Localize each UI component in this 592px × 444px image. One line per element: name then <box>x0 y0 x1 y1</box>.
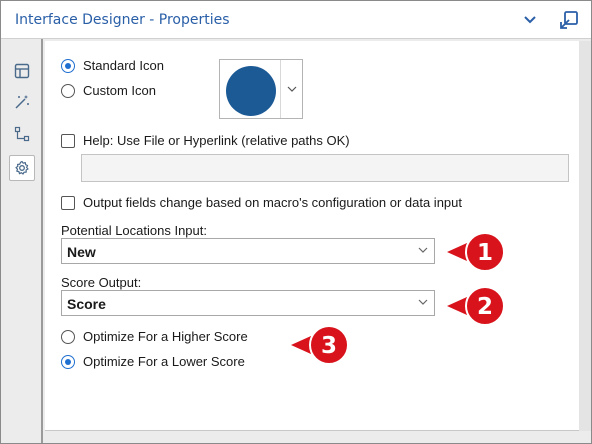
custom-icon-label: Custom Icon <box>83 83 156 98</box>
chevron-down-icon <box>287 86 296 92</box>
output-fields-label: Output fields change based on macro's co… <box>83 195 462 210</box>
score-output-label: Score Output: <box>61 275 142 290</box>
optimize-higher-label: Optimize For a Higher Score <box>83 329 248 344</box>
icon-picker-dropdown[interactable] <box>219 59 303 119</box>
score-output-select[interactable]: Score <box>61 290 435 316</box>
title-bar: Interface Designer - Properties <box>1 1 591 39</box>
standard-icon-label: Standard Icon <box>83 58 164 73</box>
chevron-down-icon <box>418 299 428 305</box>
potential-locations-label: Potential Locations Input: <box>61 223 207 238</box>
standard-icon-radio[interactable] <box>61 59 75 73</box>
magic-wand-icon <box>15 95 29 109</box>
icon-picker-arrow <box>280 60 302 118</box>
help-checkbox[interactable] <box>61 134 75 148</box>
collapse-button[interactable] <box>517 7 543 33</box>
properties-window: Interface Designer - Properties Standard… <box>0 0 592 444</box>
callout-marker-2: 2 <box>447 286 505 326</box>
optimize-higher-radio[interactable] <box>61 330 75 344</box>
potential-locations-select[interactable]: New <box>61 238 435 264</box>
potential-locations-value: New <box>67 244 96 260</box>
output-fields-checkbox[interactable] <box>61 196 75 210</box>
optimize-lower-radio[interactable] <box>61 355 75 369</box>
callout-number-1: 1 <box>477 240 493 266</box>
callout-number-2: 2 <box>477 294 493 320</box>
custom-icon-radio[interactable] <box>61 84 75 98</box>
undock-icon <box>560 11 578 29</box>
sidebar-item-actions[interactable] <box>9 89 35 115</box>
sidebar-item-tree[interactable] <box>9 121 35 147</box>
optimize-lower-label: Optimize For a Lower Score <box>83 354 245 369</box>
callout-marker-3: 3 <box>291 325 349 365</box>
undock-button[interactable] <box>556 7 582 33</box>
callout-marker-1: 1 <box>447 232 505 272</box>
window-title: Interface Designer - Properties <box>15 12 230 28</box>
callout-number-3: 3 <box>321 333 337 359</box>
panel-scroll-track <box>579 41 591 431</box>
chevron-down-icon <box>524 16 536 24</box>
layout-icon <box>14 63 30 79</box>
sidebar-item-layout[interactable] <box>9 58 35 84</box>
tree-icon <box>14 126 30 142</box>
help-path-field[interactable] <box>81 154 569 182</box>
score-output-value: Score <box>67 296 106 312</box>
chevron-down-icon <box>418 247 428 253</box>
gear-icon <box>15 160 29 175</box>
help-label: Help: Use File or Hyperlink (relative pa… <box>83 133 350 148</box>
circle-icon <box>226 66 276 116</box>
sidebar-item-settings[interactable] <box>9 155 35 181</box>
sidebar <box>1 39 43 443</box>
